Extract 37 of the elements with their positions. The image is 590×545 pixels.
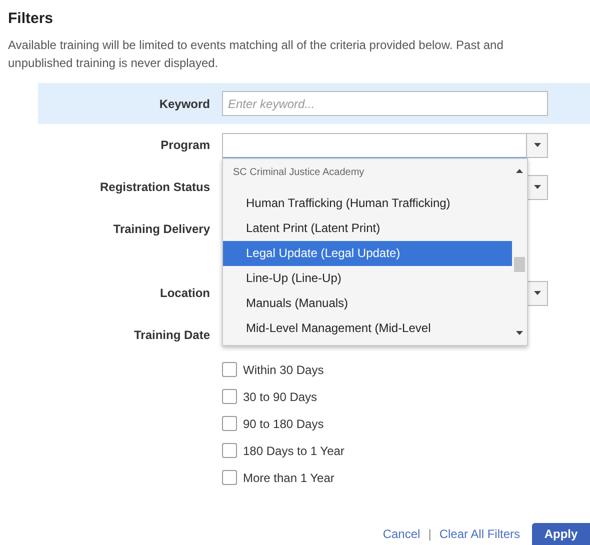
checkbox-label: 30 to 90 Days [243,390,318,404]
field-label: Registration Status [98,179,211,196]
dropdown-option[interactable]: Latent Print (Latent Print) [223,216,512,240]
group-header: SC Criminal Justice Academy [232,166,366,180]
caret-icon [534,185,540,189]
checkbox[interactable] [222,416,237,431]
checkbox[interactable] [222,443,237,458]
link[interactable]: Clear All Filters [439,527,520,541]
field-label: Training Date [132,327,211,344]
checkbox-label: Within 30 Days [243,362,324,376]
separator-text: | [428,527,432,541]
field-label: Program [160,137,211,154]
dropdown-option[interactable]: Line-Up (Line-Up) [223,266,512,290]
field-label: Training Delivery [112,221,211,238]
link[interactable]: Cancel [382,527,420,541]
field-label: Location [159,285,211,302]
caret-icon [534,143,540,147]
checkbox[interactable] [222,470,237,485]
dropdown-button[interactable] [527,174,548,200]
apply-button[interactable]: Apply [532,523,590,545]
keyword-field[interactable]: Enter keyword... [222,91,548,116]
checkbox[interactable] [222,362,237,377]
checkbox-label: More than 1 Year [243,470,334,484]
checkbox-label: 180 Days to 1 Year [243,444,344,458]
field-label: Keyword [158,96,211,112]
dropdown-option[interactable]: Manuals (Manuals) [223,290,512,316]
dropdown-button[interactable] [527,280,548,306]
dropdown-option[interactable]: Legal Update (Legal Update) [223,240,512,266]
description-text: Available training will be limited to events matching all of the criteria provided below. Past and unpublished training is never displayed. [7,37,504,72]
checkbox-label: 90 to 180 Days [243,416,324,430]
dropdown-button[interactable] [527,132,548,158]
dropdown-option[interactable]: Human Trafficking (Human Trafficking) [223,190,512,216]
checkbox[interactable] [222,389,237,404]
select-field[interactable] [222,132,527,158]
caret-icon [534,291,540,295]
dropdown-option[interactable]: Mid-Level Management (Mid-Level [223,316,512,340]
page-title: Filters [7,9,54,28]
